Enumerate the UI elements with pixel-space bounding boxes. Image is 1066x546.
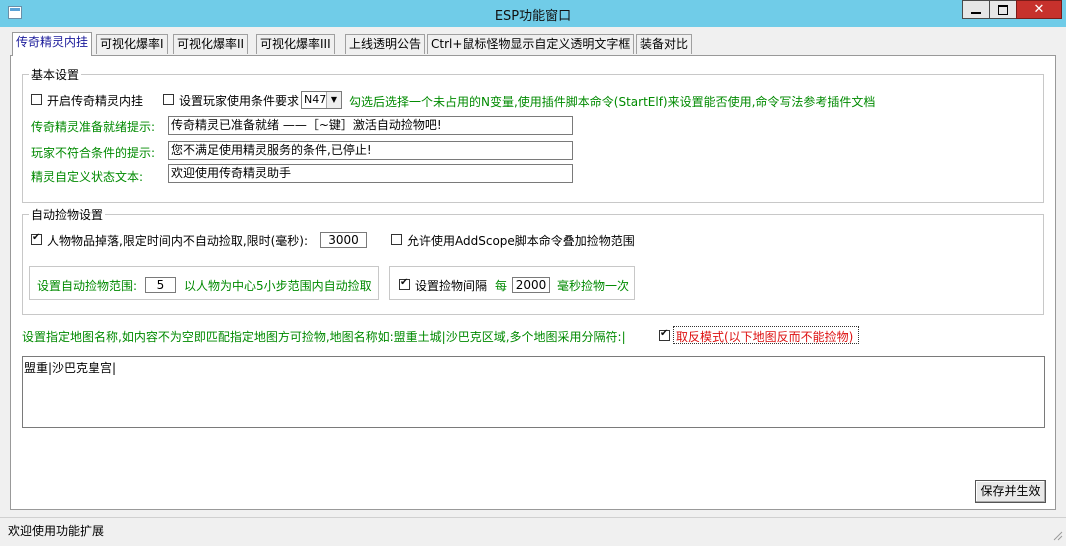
save-apply-button[interactable]: 保存并生效 bbox=[975, 480, 1046, 503]
auto-pickup-title: 自动捡物设置 bbox=[29, 206, 106, 223]
drop-delay-label[interactable]: 人物物品掉落,限定时间内不自动捡取,限时(毫秒): bbox=[47, 232, 308, 249]
maximize-button[interactable] bbox=[989, 0, 1017, 19]
pickup-interval-checkbox[interactable] bbox=[399, 277, 410, 290]
basic-settings-title: 基本设置 bbox=[29, 66, 82, 83]
pickup-range-label: 设置自动捡物范围: bbox=[37, 279, 138, 293]
tab-ctrl-mouse-monster-text[interactable]: Ctrl+鼠标怪物显示自定义透明文字框 bbox=[427, 34, 635, 54]
variable-hint: 勾选后选择一个未占用的N变量,使用插件脚本命令(StartElf)来设置能否使用… bbox=[349, 95, 876, 109]
ready-tip-input[interactable]: 传奇精灵已准备就绪 ——［~键］激活自动捡物吧! bbox=[168, 116, 573, 135]
tab-drop-rate-1[interactable]: 可视化爆率I bbox=[96, 34, 168, 54]
pickup-range-input[interactable]: 5 bbox=[145, 277, 176, 293]
tab-drop-rate-2[interactable]: 可视化爆率II bbox=[173, 34, 249, 54]
pickup-range-hint: 以人物为中心5小步范围内自动捡取 bbox=[184, 279, 372, 293]
close-button[interactable]: ✕ bbox=[1016, 0, 1062, 19]
status-bar-text: 欢迎使用功能扩展 bbox=[8, 524, 105, 538]
close-icon: ✕ bbox=[1033, 2, 1045, 17]
addscope-label[interactable]: 允许使用AddScope脚本命令叠加捡物范围 bbox=[407, 232, 635, 249]
status-text-label: 精灵自定义状态文本: bbox=[31, 170, 144, 184]
resize-grip-icon[interactable] bbox=[1046, 520, 1064, 542]
title-bar[interactable]: ESP功能窗口 ✕ bbox=[0, 0, 1066, 27]
require-condition-checkbox[interactable] bbox=[163, 94, 174, 105]
minimize-button[interactable] bbox=[962, 0, 990, 19]
enable-elf-label[interactable]: 开启传奇精灵内挂 bbox=[47, 92, 143, 109]
minimize-icon bbox=[971, 11, 981, 14]
pickup-interval-label[interactable]: 设置捡物间隔 bbox=[415, 277, 487, 294]
drop-delay-checkbox[interactable] bbox=[31, 232, 42, 245]
interval-suffix-label: 毫秒捡物一次 bbox=[557, 279, 630, 293]
notmet-tip-label: 玩家不符合条件的提示: bbox=[31, 146, 156, 160]
notmet-tip-input[interactable]: 您不满足使用精灵服务的条件,已停止! bbox=[168, 141, 573, 160]
invert-mode-label[interactable]: 取反模式(以下地图反而不能捡物) bbox=[676, 328, 853, 345]
drop-delay-ms-input[interactable]: 3000 bbox=[320, 232, 367, 248]
variable-select[interactable]: N47 ▼ bbox=[301, 91, 342, 109]
map-names-textarea[interactable]: 盟重|沙巴克皇宫| bbox=[22, 356, 1045, 428]
pickup-interval-ms-input[interactable]: 2000 bbox=[512, 277, 550, 293]
window-title: ESP功能窗口 bbox=[494, 9, 572, 24]
chevron-down-icon[interactable]: ▼ bbox=[326, 92, 341, 108]
status-bar: 欢迎使用功能扩展 bbox=[0, 517, 1066, 546]
require-condition-label[interactable]: 设置玩家使用条件要求 bbox=[179, 92, 299, 109]
ready-tip-label: 传奇精灵准备就绪提示: bbox=[31, 120, 156, 134]
enable-elf-checkbox[interactable] bbox=[31, 94, 42, 105]
tab-chuanqi-elf[interactable]: 传奇精灵内挂 bbox=[12, 32, 93, 56]
interval-every-label: 每 bbox=[495, 279, 508, 293]
variable-select-value: N47 bbox=[304, 93, 327, 106]
tab-equipment-compare[interactable]: 装备对比 bbox=[636, 34, 693, 54]
invert-mode-checkbox[interactable] bbox=[659, 328, 670, 341]
tab-online-notice[interactable]: 上线透明公告 bbox=[345, 34, 426, 54]
map-filter-hint: 设置指定地图名称,如内容不为空即匹配指定地图方可捡物,地图名称如:盟重土城|沙巴… bbox=[22, 330, 626, 344]
status-text-input[interactable]: 欢迎使用传奇精灵助手 bbox=[168, 164, 573, 183]
tab-drop-rate-3[interactable]: 可视化爆率III bbox=[256, 34, 335, 54]
maximize-icon bbox=[998, 4, 1008, 15]
addscope-checkbox[interactable] bbox=[391, 234, 402, 245]
